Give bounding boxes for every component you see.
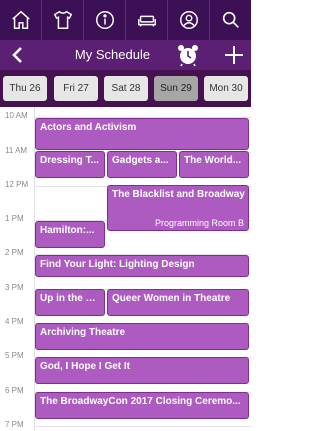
user-icon[interactable]	[168, 0, 210, 40]
hour-label: 12 PM	[5, 180, 29, 189]
hour-label: 5 PM	[5, 351, 24, 360]
day-tab[interactable]: Mon 30	[204, 76, 248, 101]
event-block[interactable]: Find Your Light: Lighting Design	[35, 255, 249, 277]
event-title: The Blacklist and Broadway	[112, 189, 245, 200]
event-room: Programming Room B	[154, 218, 244, 228]
event-block[interactable]: Up in the C...	[35, 289, 105, 316]
day-tab[interactable]: Thu 26	[3, 76, 47, 101]
event-block[interactable]: Dressing T...	[35, 151, 105, 178]
event-block[interactable]: The World...	[179, 151, 249, 178]
couch-icon[interactable]	[126, 0, 168, 40]
event-block[interactable]: The Blacklist and Broadway Programming R…	[107, 185, 249, 231]
event-block[interactable]: The BroadwayCon 2017 Closing Ceremo...	[35, 392, 249, 419]
event-block[interactable]: God, I Hope I Get It	[35, 357, 249, 384]
schedule-header: My Schedule	[0, 40, 251, 70]
event-block[interactable]: Gadgets a...	[107, 151, 177, 178]
day-tab-selected[interactable]: Sun 29	[154, 76, 198, 101]
hour-label: 1 PM	[5, 214, 24, 223]
home-icon[interactable]	[0, 0, 42, 40]
event-block[interactable]: Queer Women in Theatre	[107, 289, 249, 316]
shirt-icon[interactable]	[42, 0, 84, 40]
date-selector: Thu 26 Fri 27 Sat 28 Sun 29 Mon 30	[0, 70, 251, 107]
event-block[interactable]: Actors and Activism	[35, 118, 249, 150]
alarm-clock-icon[interactable]	[177, 43, 199, 67]
page-title: My Schedule	[74, 47, 151, 62]
hour-label: 10 AM	[5, 111, 28, 120]
info-icon[interactable]	[84, 0, 126, 40]
event-block[interactable]: Hamilton:...	[35, 221, 105, 248]
hour-label: 3 PM	[5, 283, 24, 292]
hour-label: 4 PM	[5, 317, 24, 326]
top-nav-bar	[0, 0, 251, 40]
hour-label: 11 AM	[5, 146, 28, 155]
hour-label: 6 PM	[5, 386, 24, 395]
hour-label: 2 PM	[5, 248, 24, 257]
hour-row: 7 PM	[0, 420, 251, 429]
day-tab[interactable]: Sat 28	[104, 76, 148, 101]
day-tab[interactable]: Fri 27	[54, 76, 98, 101]
search-icon[interactable]	[210, 0, 251, 40]
hour-label: 7 PM	[5, 420, 24, 429]
event-block[interactable]: Archiving Theatre	[35, 323, 249, 350]
schedule-grid[interactable]: 10 AM 11 AM 12 PM 1 PM 2 PM 3 PM 4 PM 5 …	[0, 107, 251, 431]
add-icon[interactable]	[222, 43, 246, 67]
